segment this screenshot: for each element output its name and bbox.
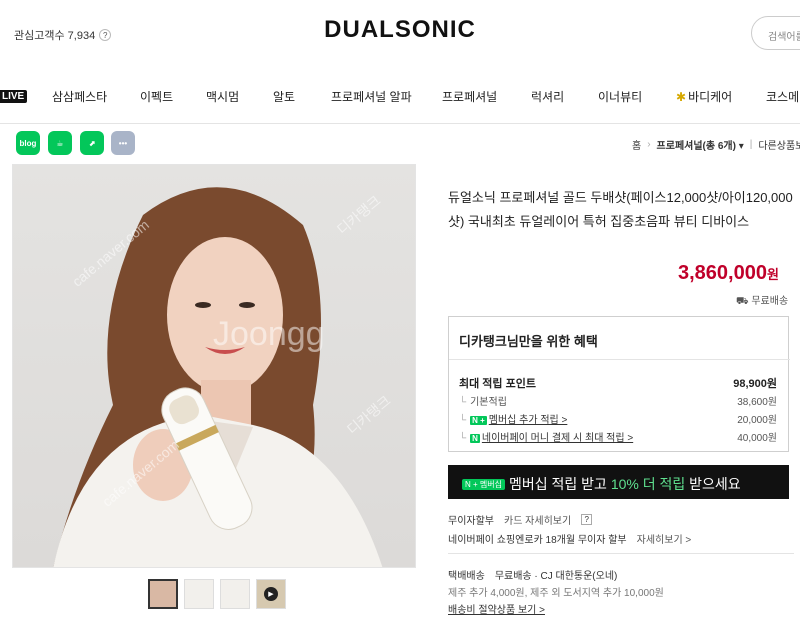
thumbnail[interactable] [184, 579, 214, 609]
naver-pay-badge: N [470, 434, 480, 443]
breadcrumb-separator: | [749, 139, 753, 150]
watermark: Joongg [213, 315, 325, 353]
other-products-link[interactable]: 다른상품보기 [758, 137, 800, 152]
naverpay-installment-text: 네이버페이 쇼핑엔로카 18개월 무이자 할부 [448, 535, 627, 546]
bee-icon: ✱ [676, 90, 687, 104]
bookmark-icon[interactable]: ⬈ [80, 131, 104, 155]
card-detail-link[interactable]: 카드 자세히보기 [504, 512, 571, 527]
divider [449, 359, 790, 360]
nav-item[interactable]: 삼삼페스타 [52, 88, 107, 105]
banner-highlight: 10% 더 적립 [610, 476, 686, 492]
nav-item[interactable]: 프로페셔널 알파 [331, 88, 412, 105]
price-value: 3,860,000 [678, 262, 767, 284]
nav-item[interactable]: 맥시멈 [206, 88, 239, 105]
nav-item[interactable]: 이너뷰티 [598, 88, 642, 105]
delivery-row: 택배배송 무료배송 · CJ 대한통운(오네) [448, 567, 617, 582]
brand-logo[interactable]: DUALSONIC [0, 16, 800, 44]
help-icon[interactable]: ? [581, 514, 593, 525]
benefit-title: 디카탱크님만을 위한 혜택 [459, 334, 598, 349]
shipping-info: ⛟ 무료배송 [736, 292, 788, 309]
category-nav: LIVE 삼삼페스타 이펙트 맥시멈 알토 프로페셔널 알파 프로페셔널 럭셔리… [0, 68, 800, 124]
max-point-label: 최대 적립 포인트 [459, 378, 536, 390]
price-unit: 원 [766, 267, 779, 282]
naverpay-point-link[interactable]: 네이버페이 머니 결제 시 최대 적립 > [482, 433, 633, 444]
product-price: 3,860,000원 [678, 262, 779, 285]
breadcrumb-home[interactable]: 홈 [632, 137, 641, 152]
delivery-label: 택배배송 [448, 571, 485, 582]
membership-badge: N + 멤버십 [462, 479, 505, 490]
point-value: 20,000원 [737, 415, 777, 426]
thumbnail[interactable] [148, 579, 178, 609]
breadcrumb-separator: › [647, 139, 651, 150]
breadcrumb-category[interactable]: 프로페셔널(총 6개) ▾ [657, 137, 744, 152]
nav-item-label: 바디케어 [688, 90, 733, 104]
point-row: └ N 네이버페이 머니 결제 시 최대 적립 > 40,000원 [459, 429, 777, 444]
breadcrumb: 홈 › 프로페셔널(총 6개) ▾ | 다른상품보기 [632, 137, 800, 152]
naverpay-installment-row: 네이버페이 쇼핑엔로카 18개월 무이자 할부 자세히보기 > [448, 531, 691, 546]
tree-prefix: └ [459, 433, 467, 444]
installment-row: 무이자할부 카드 자세히보기 ? [448, 512, 593, 527]
point-label: 기본적립 [470, 397, 507, 408]
point-row: └ N + 멤버십 추가 적립 > 20,000원 [459, 411, 777, 426]
shipping-label: 무료배송 [751, 296, 789, 307]
tree-prefix: └ [459, 415, 467, 426]
max-point-row: 최대 적립 포인트 98,900원 [459, 375, 777, 391]
divider [448, 553, 794, 554]
banner-text: 멤버십 적립 받고 [508, 476, 611, 492]
nav-item[interactable]: 알토 [273, 88, 295, 105]
shipping-saving-link[interactable]: 배송비 절약상품 보기 > [448, 601, 545, 616]
live-badge[interactable]: LIVE [0, 90, 28, 103]
membership-point-link[interactable]: 멤버십 추가 적립 > [489, 415, 568, 426]
benefit-box: 디카탱크님만을 위한 혜택 최대 적립 포인트 98,900원 └ 기본적립 38… [448, 316, 790, 452]
tree-prefix: └ [459, 397, 467, 408]
more-icon[interactable]: ••• [111, 131, 135, 155]
nav-item-bodycare[interactable]: ✱ 바디케어 [676, 88, 732, 105]
max-point-value: 98,900원 [733, 378, 777, 390]
search-input[interactable]: 검색어를 [751, 16, 800, 50]
point-row: └ 기본적립 38,600원 [459, 393, 777, 408]
top-header: 관심고객수 7,934 ? DUALSONIC 검색어를 [0, 0, 800, 68]
product-title: 듀얼소닉 프로페셔널 골드 두배샷(페이스12,000샷/아이120,000샷)… [448, 190, 793, 229]
thumbnail-strip: ▶ [148, 579, 286, 609]
banner-text-end: 받으세요 [685, 476, 741, 492]
naver-plus-badge: N + [470, 416, 487, 425]
installment-label: 무이자할부 [448, 516, 494, 527]
nav-item[interactable]: 코스메 [766, 88, 799, 105]
thumbnail-video[interactable]: ▶ [256, 579, 286, 609]
truck-icon: ⛟ [736, 296, 752, 307]
share-row: blog ☕ ⬈ ••• 홈 › 프로페셔널(총 6개) ▾ | 다른상품보기 [0, 124, 800, 164]
nav-item[interactable]: 이펙트 [140, 88, 173, 105]
membership-banner[interactable]: N + 멤버십 멤버십 적립 받고 10% 더 적립 받으세요 [448, 465, 789, 499]
thumbnail[interactable] [220, 579, 250, 609]
play-icon: ▶ [264, 587, 278, 601]
blog-icon[interactable]: blog [16, 131, 40, 155]
nav-item[interactable]: 럭셔리 [531, 88, 564, 105]
nav-item[interactable]: 프로페셔널 [442, 88, 497, 105]
point-value: 38,600원 [737, 397, 777, 408]
product-main-image[interactable]: cafe.naver.com 디카탱크 Joongg 디카탱크 cafe.nav… [12, 164, 416, 568]
cafe-icon[interactable]: ☕ [48, 131, 72, 155]
point-value: 40,000원 [737, 433, 777, 444]
installment-detail-link[interactable]: 자세히보기 > [637, 531, 692, 546]
delivery-extra-fee: 제주 추가 4,000원, 제주 외 도서지역 추가 10,000원 [448, 588, 664, 599]
delivery-value: 무료배송 · CJ 대한통운(오네) [494, 571, 618, 582]
